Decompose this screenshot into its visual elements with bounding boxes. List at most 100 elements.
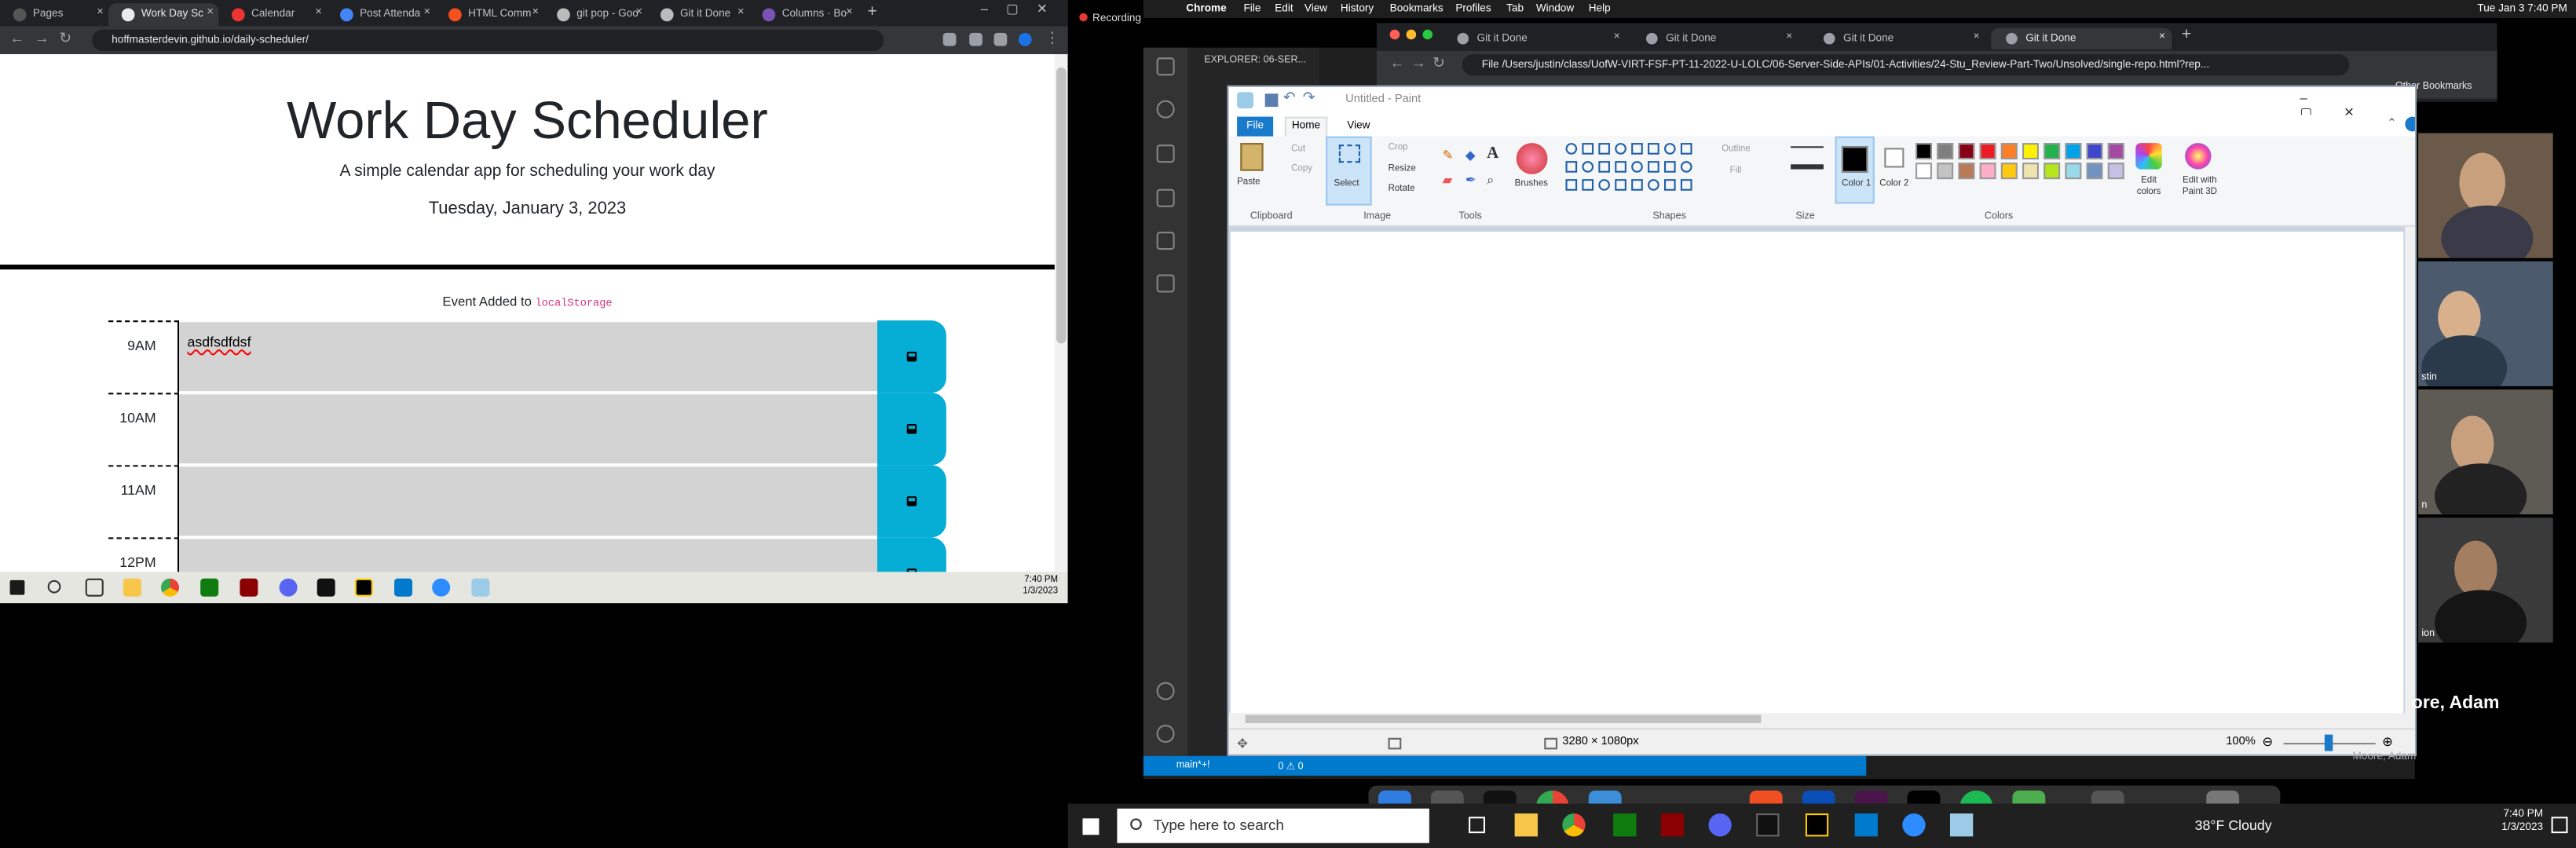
crop-button[interactable]: Crop [1389, 143, 1408, 153]
menu-file[interactable]: File [1243, 3, 1261, 15]
brushes-icon[interactable] [1516, 143, 1548, 174]
minimize-traffic-light[interactable] [1406, 29, 1417, 40]
notion-icon[interactable] [1805, 813, 1829, 837]
rotate-button[interactable]: Rotate [1389, 184, 1415, 194]
color-swatch[interactable] [2086, 163, 2103, 180]
menu-icon[interactable]: ⋮ [1045, 30, 1059, 48]
shape-icon[interactable] [1615, 161, 1626, 173]
taskbar-clock[interactable]: 7:40 PM 1/3/2023 [1023, 576, 1058, 598]
search-icon[interactable] [1156, 100, 1175, 119]
close-icon[interactable]: × [207, 6, 214, 18]
color-swatch[interactable] [2044, 163, 2061, 180]
paint-icon[interactable] [471, 578, 490, 597]
color-swatch[interactable] [2000, 163, 2018, 180]
run-debug-icon[interactable] [1156, 188, 1175, 207]
shape-icon[interactable] [1680, 161, 1692, 173]
tab-work-day-scheduler[interactable]: Work Day Sc × [108, 3, 219, 27]
new-tab-button[interactable]: + [867, 3, 876, 21]
color-swatch[interactable] [1958, 163, 1975, 180]
reload-icon[interactable]: ↻ [1433, 54, 1445, 72]
task-view-icon[interactable] [85, 578, 104, 597]
profile-avatar[interactable] [1018, 32, 1032, 46]
tab-git-it-done[interactable]: Git it Done × [1443, 28, 1626, 49]
shape-icon[interactable] [1582, 143, 1594, 155]
tab-post-attendance[interactable]: Post Attenda × [327, 3, 435, 26]
color-swatch[interactable] [1916, 143, 1932, 160]
tab-git-it-done-active[interactable]: Git it Done × [1991, 27, 2172, 49]
tab-git-it-done[interactable]: Git it Done × [647, 3, 749, 26]
window-controls[interactable]: –▢✕ [981, 2, 1066, 16]
tab-columns-bootstrap[interactable]: Columns · Bo × [749, 3, 858, 26]
tab-view[interactable]: View [1347, 120, 1370, 132]
zoom-out-button[interactable]: ⊖ [2262, 735, 2273, 750]
save-button[interactable] [877, 393, 946, 466]
settings-gear-icon[interactable] [1156, 725, 1175, 744]
tab-calendar[interactable]: Calendar × [218, 3, 327, 26]
remote-explorer-icon[interactable] [1156, 274, 1175, 293]
color2-button[interactable]: Color 2 [1878, 179, 1911, 191]
magnifier-icon[interactable]: ⌕ [1487, 173, 1494, 189]
shape-icon[interactable] [1565, 143, 1578, 155]
shape-icon[interactable] [1631, 179, 1643, 191]
collapse-ribbon-icon[interactable]: ⌃ [2387, 117, 2396, 130]
tab-html-comments[interactable]: HTML Comm × [435, 3, 543, 26]
color-swatch[interactable] [2022, 163, 2039, 180]
color-picker-icon[interactable]: ✒ [1465, 173, 1476, 188]
close-traffic-light[interactable] [1389, 29, 1400, 40]
close-icon[interactable]: × [532, 6, 540, 18]
select-button[interactable]: Select [1326, 136, 1372, 206]
search-icon[interactable] [47, 579, 61, 594]
accounts-icon[interactable] [1156, 682, 1175, 700]
shape-icon[interactable] [1598, 179, 1610, 191]
shape-icon[interactable] [1680, 179, 1692, 191]
copy-button[interactable]: Copy [1291, 164, 1312, 174]
fill-bucket-icon[interactable]: ◆ [1465, 148, 1476, 163]
color-swatch[interactable] [2107, 163, 2124, 180]
close-icon[interactable]: × [1614, 31, 1620, 43]
puzzle-icon[interactable] [969, 32, 982, 46]
outline-button[interactable]: Outline [1722, 144, 1750, 155]
paste-icon[interactable] [1240, 143, 1264, 171]
close-icon[interactable]: × [1786, 31, 1792, 43]
scrollbar-thumb[interactable] [1245, 715, 1762, 723]
size-icon[interactable] [1791, 146, 1824, 170]
menu-view[interactable]: View [1304, 3, 1327, 15]
forward-icon[interactable]: → [1411, 54, 1426, 71]
color-swatch[interactable] [2022, 143, 2039, 160]
color-swatch[interactable] [2065, 163, 2082, 180]
new-tab-button[interactable]: + [2182, 26, 2191, 44]
shape-icon[interactable] [1582, 179, 1594, 191]
close-icon[interactable]: × [2159, 31, 2165, 43]
menu-profiles[interactable]: Profiles [1455, 3, 1491, 15]
horizontal-scrollbar[interactable] [1228, 713, 2406, 726]
task-view-icon[interactable] [1469, 817, 1485, 834]
windows-start-icon[interactable] [1082, 818, 1100, 835]
source-control-icon[interactable] [1156, 144, 1175, 163]
shape-icon[interactable] [1615, 143, 1626, 155]
tab-pages[interactable]: Pages × [0, 3, 108, 26]
size-button[interactable]: Size [1795, 212, 1814, 222]
shapes-gallery[interactable] [1565, 143, 1707, 197]
taskbar-clock[interactable]: 7:40 PM 1/3/2023 [2501, 809, 2543, 835]
reload-icon[interactable]: ↻ [59, 30, 71, 48]
edit-colors-icon[interactable] [2135, 143, 2162, 170]
status-branch[interactable]: main*+! [1176, 761, 1210, 771]
shape-icon[interactable] [1565, 161, 1578, 173]
extension-icon[interactable] [942, 32, 957, 46]
zoom-icon[interactable] [1902, 813, 1926, 837]
color2-swatch[interactable] [1884, 148, 1905, 168]
resize-button[interactable]: Resize [1389, 164, 1416, 174]
close-icon[interactable]: × [97, 6, 104, 18]
back-icon[interactable]: ← [1390, 54, 1405, 71]
file-explorer-icon[interactable] [123, 578, 141, 597]
app-icon[interactable] [1660, 813, 1685, 837]
color-swatch[interactable] [1916, 163, 1932, 180]
terminal-icon[interactable] [317, 578, 335, 597]
menu-tab[interactable]: Tab [1506, 3, 1524, 15]
paint3d-icon[interactable] [2185, 143, 2212, 170]
app-icon[interactable] [240, 578, 258, 597]
color-swatch[interactable] [2065, 143, 2082, 160]
vscode-icon[interactable] [394, 578, 413, 597]
close-icon[interactable]: × [737, 6, 745, 18]
paste-button[interactable]: Paste [1237, 177, 1260, 188]
